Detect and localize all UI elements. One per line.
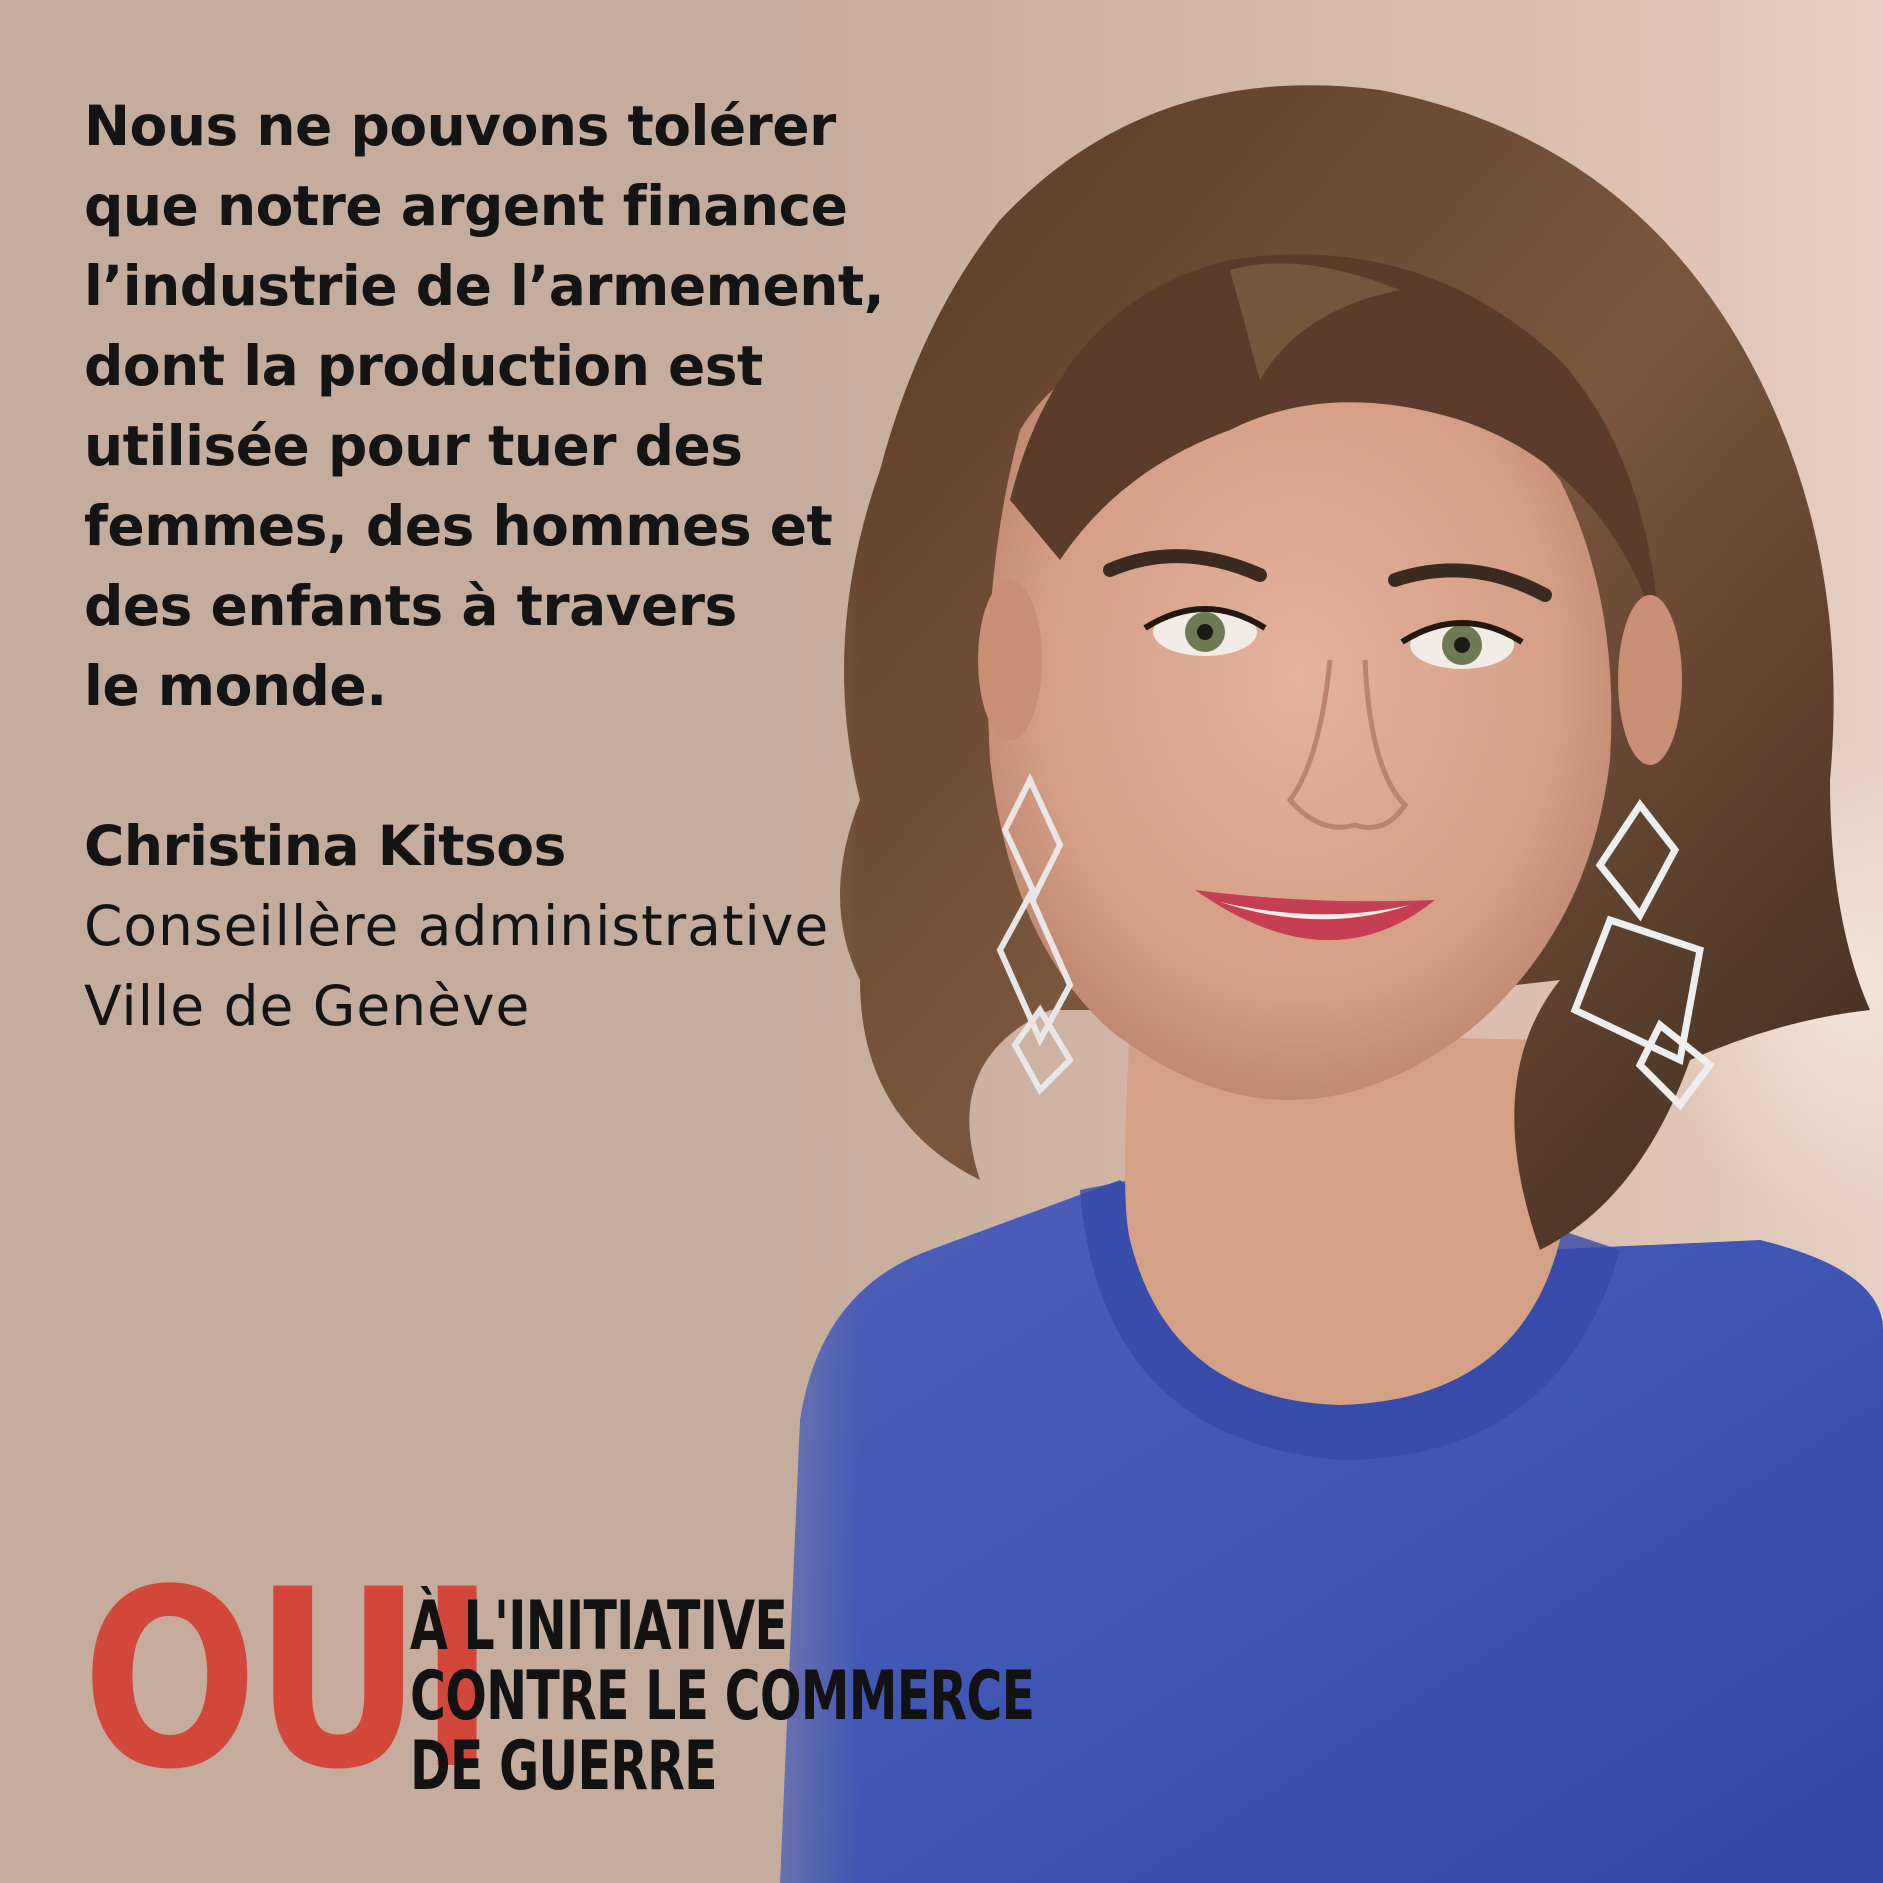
quote-text: Nous ne pouvons tolérer que notre argent… [84, 86, 984, 726]
logo-slogan: À L'INITIATIVE CONTRE LE COMMERCE DE GUE… [410, 1587, 1035, 1806]
quote-line: des enfants à travers [84, 574, 737, 638]
logo-slogan-line: À L'INITIATIVE [410, 1587, 788, 1666]
logo-slogan-line: DE GUERRE [410, 1727, 718, 1806]
author-city: Ville de Genève [84, 974, 531, 1038]
campaign-visual: Nous ne pouvons tolérer que notre argent… [0, 0, 1883, 1883]
quote-line: le monde. [84, 654, 387, 718]
logo-slogan-line: CONTRE LE COMMERCE [410, 1657, 1035, 1736]
campaign-logo: OUI À L'INITIATIVE CONTRE LE COMMERCE DE… [82, 1558, 1035, 1804]
quote-line: l’industrie de l’armement, [84, 254, 885, 318]
quote-line: que notre argent finance [84, 174, 848, 238]
quote-line: utilisée pour tuer des [84, 414, 743, 478]
author-name: Christina Kitsos [84, 814, 566, 878]
author-role: Conseillère administrative [84, 894, 830, 958]
quote-line: Nous ne pouvons tolérer [84, 94, 836, 158]
quote-line: dont la production est [84, 334, 763, 398]
author-block: Christina Kitsos Conseillère administrat… [84, 806, 984, 1046]
quote-line: femmes, des hommes et [84, 494, 833, 558]
